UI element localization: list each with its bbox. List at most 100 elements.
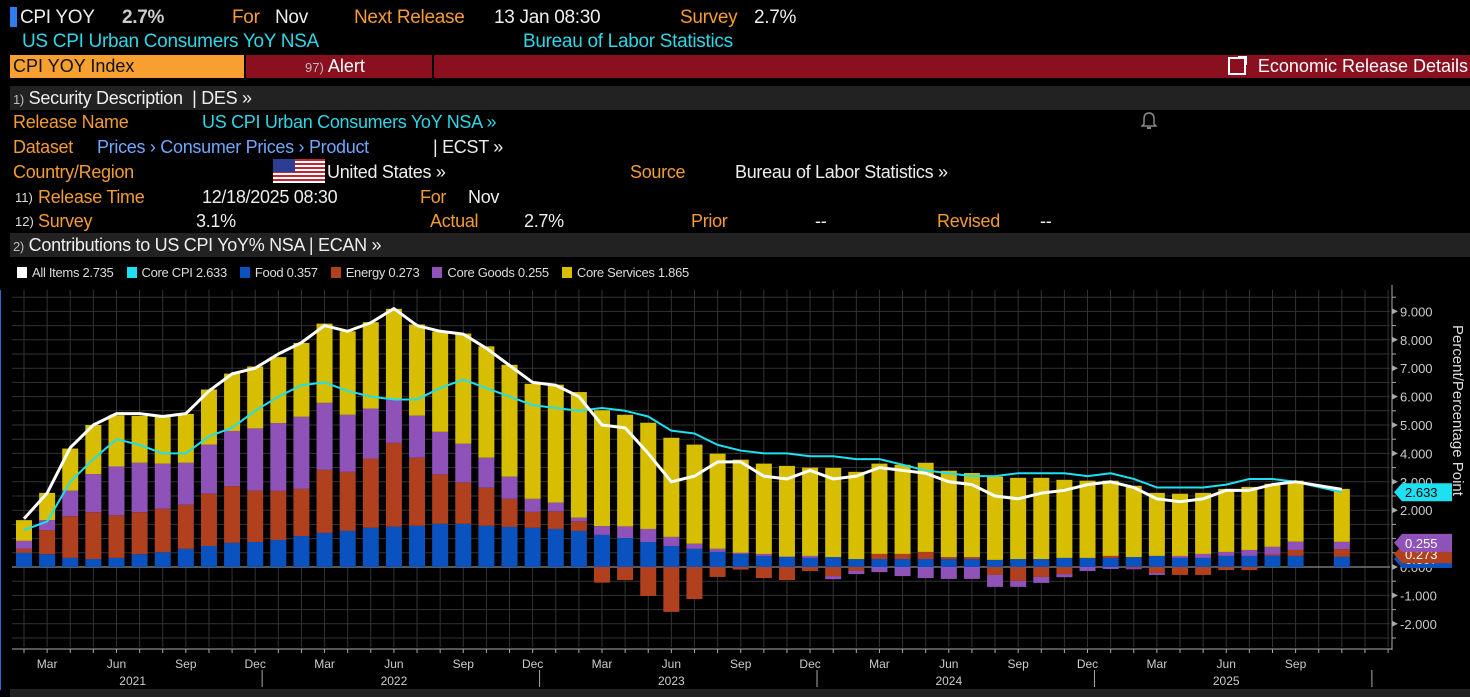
legend-label: Core CPI 2.633 xyxy=(141,265,228,280)
x-tick-label: Dec xyxy=(245,657,266,671)
dataset-code[interactable]: | ECST » xyxy=(433,137,503,158)
release-name-link[interactable]: US CPI Urban Consumers YoY NSA » xyxy=(202,112,497,133)
legend-label: Food 0.357 xyxy=(254,265,318,280)
bar-core-services xyxy=(1241,486,1258,550)
release-time-label[interactable]: Release Time xyxy=(38,187,145,208)
bar-food xyxy=(1148,555,1165,567)
bar-energy xyxy=(547,511,564,529)
bar-food xyxy=(1125,557,1142,567)
bar-core-goods xyxy=(362,408,379,459)
bar-energy xyxy=(1287,549,1304,556)
core-goods-tag-label: 0.255 xyxy=(1405,536,1438,551)
x-tick-label: Dec xyxy=(522,657,543,671)
bar-energy xyxy=(270,490,287,541)
legend-label: Core Goods 0.255 xyxy=(447,265,549,280)
bar-food xyxy=(39,554,56,567)
x-tick-label: Dec xyxy=(799,657,820,671)
bar-food xyxy=(339,530,356,567)
bar-core-services xyxy=(224,373,241,431)
release-name-label: Release Name xyxy=(13,112,129,132)
bar-core-goods xyxy=(1102,567,1119,569)
x-tick-label: Sep xyxy=(1007,657,1029,671)
dataset-label: Dataset xyxy=(13,137,73,157)
legend-label: All Items 2.735 xyxy=(32,265,114,280)
bar-energy xyxy=(524,511,541,528)
section-num: 2) xyxy=(13,239,24,254)
dataset-path-link[interactable]: Prices › Consumer Prices › Product xyxy=(97,137,369,158)
bar-core-services xyxy=(16,520,32,541)
bar-core-goods xyxy=(200,444,217,494)
revised-label: Revised xyxy=(937,211,1000,231)
ticker-marker xyxy=(10,7,17,27)
economic-release-details-label: Economic Release Details xyxy=(1257,56,1468,76)
bar-core-goods xyxy=(293,416,310,489)
bar-energy xyxy=(1010,567,1027,581)
alert-button[interactable]: 97) Alert xyxy=(305,55,365,78)
bar-core-services xyxy=(1264,483,1281,547)
bar-core-services xyxy=(594,410,610,527)
release-time-num: 11) xyxy=(15,190,33,205)
us-flag-icon xyxy=(273,159,325,183)
bar-energy xyxy=(1218,567,1235,571)
bar-core-goods xyxy=(478,457,495,488)
bell-icon[interactable] xyxy=(1140,112,1158,130)
bar-food xyxy=(478,525,495,567)
core-cpi-tag-label: 2.633 xyxy=(1405,485,1438,500)
prior-value: -- xyxy=(815,211,827,231)
bar-food xyxy=(177,548,194,567)
bar-core-services xyxy=(455,333,472,444)
x-tick-label: Sep xyxy=(1285,657,1307,671)
country-link[interactable]: United States » xyxy=(327,162,446,183)
bar-core-services xyxy=(1218,488,1235,552)
bar-core-services xyxy=(732,459,749,553)
actual-label: Actual xyxy=(430,211,479,231)
y-axis-label: Percent/Percentage Point xyxy=(1449,325,1466,497)
bar-core-goods xyxy=(455,443,472,483)
bar-energy xyxy=(778,567,795,581)
bar-food xyxy=(108,557,125,567)
y-tick-label: -2.000 xyxy=(1400,617,1437,632)
survey-field-label[interactable]: Survey xyxy=(38,211,93,232)
bar-energy xyxy=(409,457,426,526)
chart-legend: All Items 2.735 Core CPI 2.633 Food 0.357 E… xyxy=(17,264,702,282)
source-link[interactable]: Bureau of Labor Statistics » xyxy=(735,162,948,183)
bar-core-services xyxy=(1079,480,1096,558)
bar-core-services xyxy=(709,453,726,549)
bar-core-goods xyxy=(62,490,79,517)
bar-food xyxy=(871,559,888,567)
bar-core-goods xyxy=(940,567,957,579)
bar-core-goods xyxy=(16,540,32,549)
legend-item: All Items 2.735 xyxy=(17,265,114,280)
bar-energy xyxy=(871,553,888,560)
bar-food xyxy=(570,530,587,567)
bar-energy xyxy=(1241,567,1258,571)
bar-core-services xyxy=(1102,480,1119,556)
bar-food xyxy=(131,554,148,567)
bar-core-goods xyxy=(663,536,680,546)
year-label: 2021 xyxy=(119,674,146,688)
bar-core-services xyxy=(478,346,495,458)
bar-core-goods xyxy=(154,463,171,509)
legend-item: Core Services 1.865 xyxy=(561,265,689,280)
contributions-title[interactable]: 2) Contributions to US CPI YoY% NSA | EC… xyxy=(13,235,382,256)
external-link-icon xyxy=(1227,56,1247,75)
economic-release-details-button[interactable]: Economic Release Details xyxy=(1227,55,1468,78)
bar-energy xyxy=(385,442,402,527)
bar-food xyxy=(409,525,426,567)
x-tick-label: Sep xyxy=(453,657,475,671)
bar-energy xyxy=(108,515,125,558)
section-title: Contributions to US CPI YoY% NSA | ECAN … xyxy=(28,235,382,255)
bar-food xyxy=(270,540,287,567)
security-field[interactable]: CPI YOY Index xyxy=(10,55,244,78)
legend-swatch xyxy=(239,267,250,278)
bar-food xyxy=(16,552,32,567)
survey-num: 12) xyxy=(15,214,34,229)
bar-food xyxy=(1102,557,1119,567)
x-tick-label: Mar xyxy=(592,657,613,671)
y-tick-label: 2.000 xyxy=(1400,503,1433,518)
security-description-title[interactable]: 1) Security Description | DES » xyxy=(13,88,252,109)
bar-food xyxy=(778,557,795,567)
legend-label: Energy 0.273 xyxy=(345,265,420,280)
bar-food xyxy=(987,559,1004,567)
bar-core-services xyxy=(177,413,194,463)
